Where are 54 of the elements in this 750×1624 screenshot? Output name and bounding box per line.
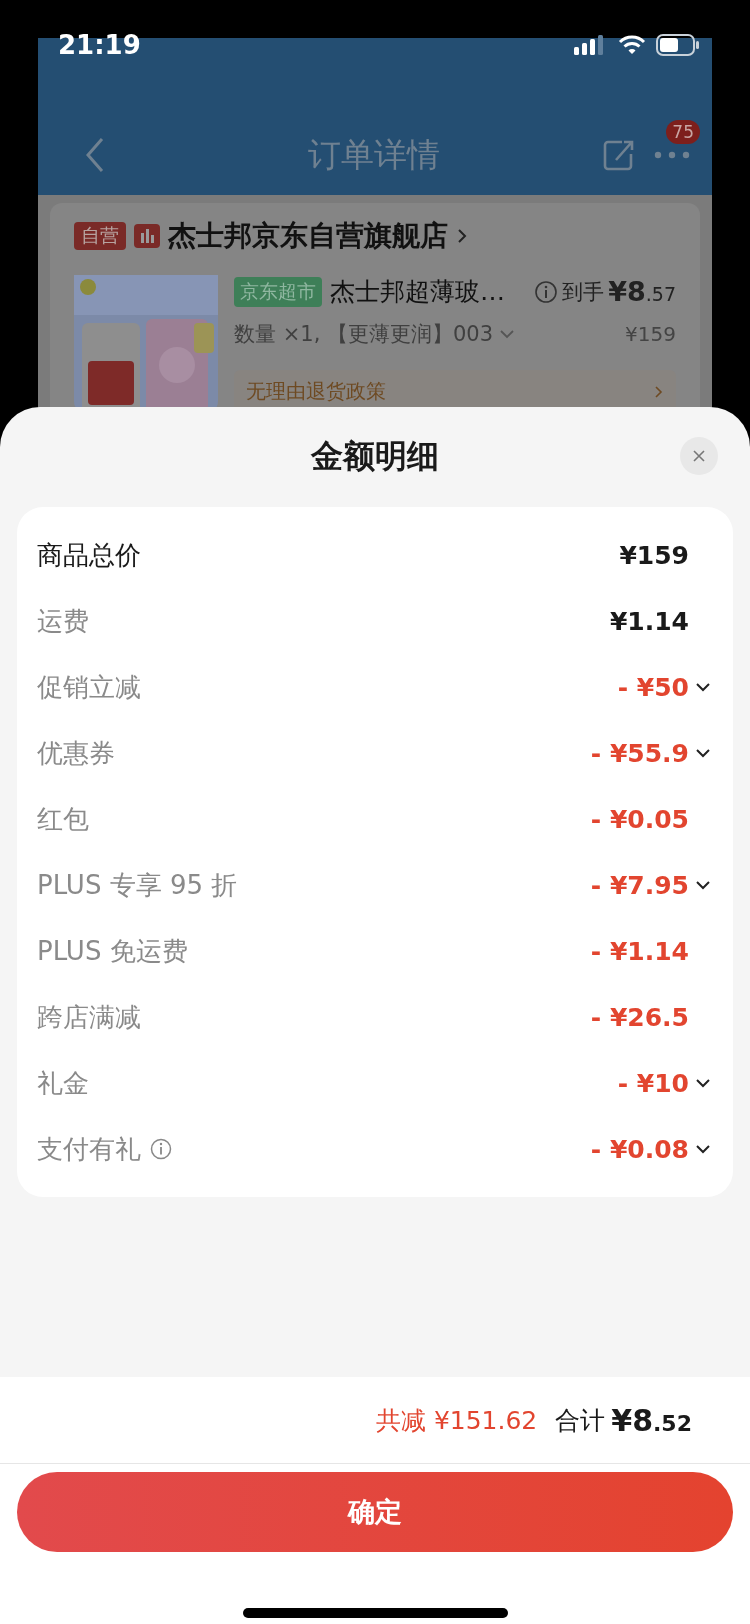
info-icon[interactable] [149, 1137, 173, 1161]
share-icon[interactable] [602, 138, 634, 172]
row-value: - ¥0.08 [590, 1134, 689, 1164]
count-badge: 75 [666, 120, 700, 144]
chevron-icon [654, 383, 664, 400]
row-value: - ¥0.05 [590, 804, 689, 834]
chevron-icon[interactable] [695, 879, 711, 891]
row-label: PLUS 免运费 [37, 934, 188, 968]
spec-selector[interactable]: 数量 ×1, 【更薄更润】003 [234, 320, 494, 348]
row-label: 促销立减 [37, 670, 141, 704]
row-label: 运费 [37, 604, 89, 638]
more-icon[interactable] [654, 150, 690, 160]
wifi-icon [618, 34, 646, 56]
chevron-icon[interactable] [695, 1077, 711, 1089]
row-value: - ¥55.9 [590, 738, 689, 768]
row-value: - ¥10 [617, 1068, 689, 1098]
row-label: 支付有礼 [37, 1132, 141, 1166]
row-value: - ¥1.14 [590, 936, 689, 966]
row-value: - ¥26.5 [590, 1002, 689, 1032]
info-icon[interactable] [534, 279, 559, 304]
total-amount: ¥8.52 [611, 1402, 692, 1438]
store-tag: 自营 [74, 222, 126, 250]
chevron-icon[interactable] [695, 681, 711, 693]
store-name[interactable]: 杰士邦京东自营旗舰店 [168, 217, 448, 255]
back-icon[interactable] [84, 136, 106, 174]
store-icon [134, 224, 160, 248]
confirm-button[interactable]: 确定 [17, 1472, 733, 1552]
row-label: 跨店满减 [37, 1000, 141, 1034]
row-value: ¥1.14 [609, 606, 689, 636]
row-value: - ¥7.95 [590, 870, 689, 900]
row-value: - ¥50 [617, 672, 689, 702]
total-label: 合计 [555, 1404, 606, 1437]
sheet-title: 金额明细 [311, 436, 439, 477]
close-button[interactable] [680, 437, 718, 475]
battery-icon [656, 34, 700, 56]
row-label: PLUS 专享 95 折 [37, 868, 238, 902]
row-label: 商品总价 [37, 538, 141, 572]
row-value: ¥159 [619, 540, 689, 570]
close-icon [692, 449, 706, 463]
price-label: 到手 [562, 278, 605, 306]
status-time: 21:19 [58, 30, 141, 60]
product-price: ¥8.57 [608, 276, 676, 307]
chevron-icon[interactable] [695, 747, 711, 759]
product-tag: 京东超市 [234, 276, 322, 307]
policy-text: 无理由退货政策 [246, 378, 386, 405]
original-price: ¥159 [625, 322, 676, 346]
row-label: 礼金 [37, 1066, 89, 1100]
product-title[interactable]: 杰士邦超薄玻… [330, 275, 527, 308]
page-title: 订单详情 [307, 133, 441, 176]
row-label: 红包 [37, 802, 89, 836]
chevron-icon[interactable] [695, 1143, 711, 1155]
saved-amount: 共减 ¥151.62 [375, 1404, 538, 1437]
row-label: 优惠券 [37, 736, 115, 770]
caret-icon[interactable] [499, 328, 516, 340]
